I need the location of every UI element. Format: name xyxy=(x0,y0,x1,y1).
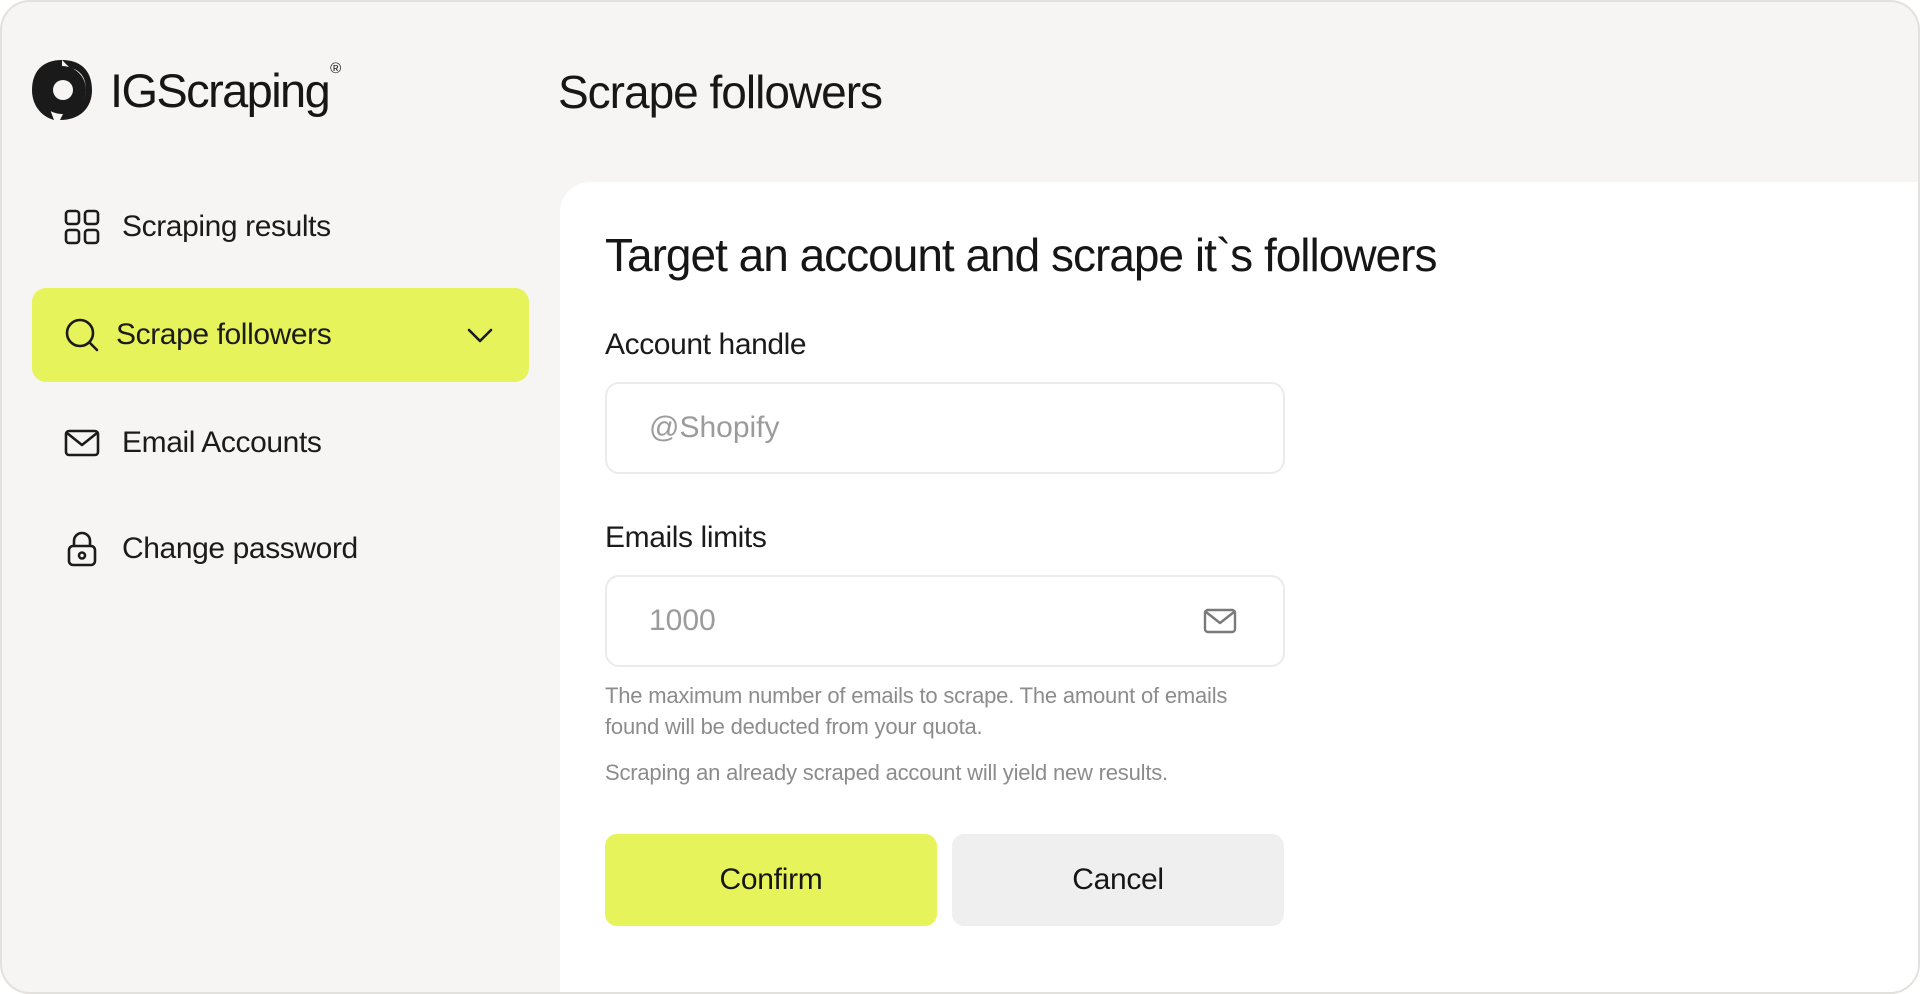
emails-limit-field[interactable] xyxy=(605,575,1285,667)
emails-limit-label: Emails limits xyxy=(605,521,767,554)
search-icon xyxy=(62,315,102,355)
account-handle-field[interactable] xyxy=(605,382,1285,474)
form-heading: Target an account and scrape it`s follow… xyxy=(605,229,1437,281)
account-handle-input[interactable] xyxy=(649,384,1169,472)
mail-icon xyxy=(1203,608,1237,634)
registered-mark: ® xyxy=(330,59,342,77)
rescrape-note: Scraping an already scraped account will… xyxy=(605,760,1168,785)
emails-limit-help-text: The maximum number of emails to scrape. … xyxy=(605,683,1228,739)
chevron-down-icon[interactable] xyxy=(465,321,495,349)
sidebar-item-label: Scrape followers xyxy=(116,318,332,351)
logo-mark-icon xyxy=(32,60,92,120)
brand-logo[interactable]: IGScraping ® xyxy=(30,58,342,122)
sidebar-item-change-password[interactable]: Change password xyxy=(32,502,529,596)
page-title: Scrape followers xyxy=(558,66,883,118)
scrape-form-card: Target an account and scrape it`s follow… xyxy=(560,182,1918,992)
lock-icon xyxy=(62,529,102,569)
account-handle-label: Account handle xyxy=(605,328,807,361)
brand-name: IGScraping ® xyxy=(110,59,342,117)
sidebar-item-label: Change password xyxy=(122,532,358,565)
sidebar-item-scraping-results[interactable]: Scraping results xyxy=(32,180,529,274)
sidebar-item-label: Scraping results xyxy=(122,210,331,243)
sidebar-item-label: Email Accounts xyxy=(122,426,322,459)
emails-limit-input[interactable] xyxy=(649,577,1169,665)
grid-icon xyxy=(62,207,102,247)
cancel-button[interactable]: Cancel xyxy=(952,834,1284,926)
app-window: IGScraping ® Scrape followers Scraping re… xyxy=(0,0,1920,994)
sidebar-item-scrape-followers[interactable]: Scrape followers xyxy=(32,288,529,382)
sidebar-item-email-accounts[interactable]: Email Accounts xyxy=(32,396,529,490)
confirm-button[interactable]: Confirm xyxy=(605,834,937,926)
mail-icon xyxy=(62,423,102,463)
